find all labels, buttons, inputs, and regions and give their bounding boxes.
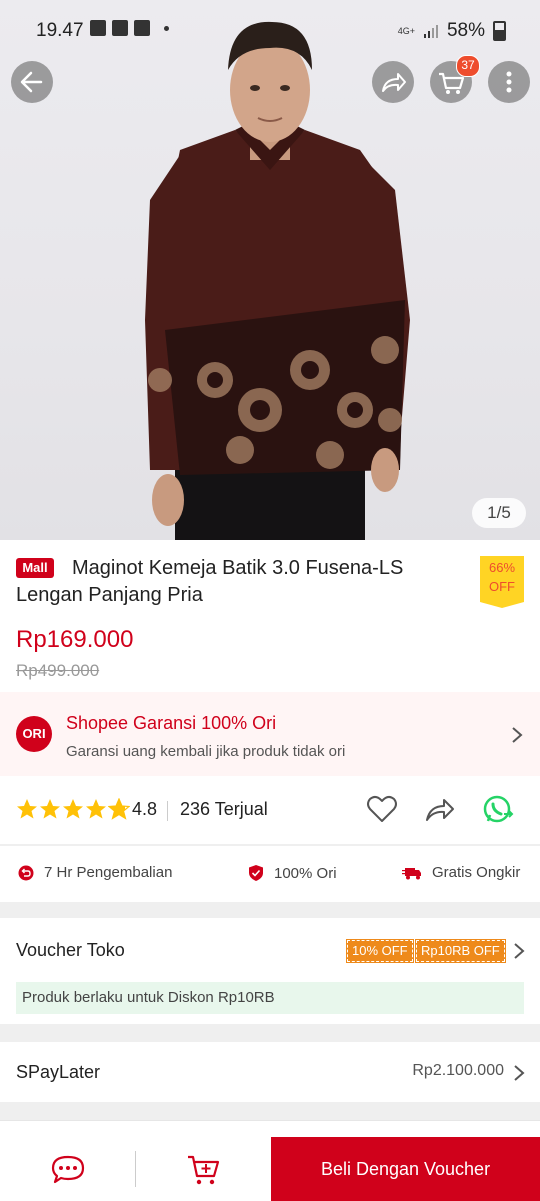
divider [135,1151,136,1187]
status-bar: 19.47 4G+ 58% [0,0,540,60]
voucher-info: Produk berlaku untuk Diskon Rp10RB [16,982,524,1014]
voucher-label: Voucher Toko [16,940,125,960]
share-button[interactable] [372,61,414,103]
shield-check-icon [249,865,263,881]
more-menu-button[interactable] [488,61,530,103]
feature-original: 100% Ori [248,864,337,882]
spaylater-label: SPayLater [16,1062,101,1082]
share-arrow-icon[interactable] [424,796,456,824]
cart-button[interactable]: 37 [430,55,480,103]
product-info: Mall Maginot Kemeja Batik 3.0 Fusena-LS … [0,540,540,692]
spaylater-row[interactable]: SPayLater Rp2.100.000 [0,1042,540,1102]
feature-label: 100% Ori [274,864,337,882]
whatsapp-icon[interactable] [482,794,514,826]
status-time: 19.47 [36,20,84,41]
bottom-action-bar: Beli Dengan Voucher [0,1120,540,1201]
shopee-notif-icon [134,20,150,36]
star-icon [86,799,106,819]
product-title: Maginot Kemeja Batik 3.0 Fusena-LS Lenga… [16,557,404,606]
voucher-tag: 10% OFF [346,939,414,963]
signal-icon [423,25,438,38]
discount-percent: 66% [488,560,516,575]
gallery-icon [90,20,106,36]
guarantee-title: Shopee Garansi 100% Ori [66,713,277,733]
chat-icon[interactable] [50,1154,86,1186]
star-half-icon [108,798,130,820]
voucher-tag: Rp10RB OFF [415,939,506,963]
network-type: 4G+ [397,25,415,36]
sold-count: 236 Terjual [180,799,268,819]
product-price: Rp169.000 [16,626,134,653]
rating-score: 4.8 [132,799,158,819]
spaylater-value: Rp2.100.000 [412,1062,504,1079]
feature-free-shipping: Gratis Ongkir [402,864,520,881]
guarantee-banner[interactable]: ORI Shopee Garansi 100% Ori Garansi uang… [0,692,540,776]
star-icon [63,799,83,819]
star-rating[interactable] [16,798,130,820]
battery-percent: 58% [446,20,485,41]
chevron-right-icon [514,1065,525,1081]
wishlist-heart-icon[interactable] [366,794,398,824]
voucher-section[interactable]: Voucher Toko 10% OFF Rp10RB OFF Produk b… [0,918,540,1024]
discount-badge: 66% OFF [480,556,524,608]
divider [167,801,168,821]
chevron-right-icon [514,943,525,959]
cart-count-badge: 37 [456,55,480,77]
rating-row: 4.8 236 Terjual [0,776,540,844]
buy-with-voucher-button[interactable]: Beli Dengan Voucher [271,1137,540,1201]
image-page-indicator: 1/5 [472,498,526,528]
star-icon [17,799,37,819]
ori-icon: ORI [16,716,52,752]
status-right: 4G+ 58% [398,20,506,42]
notification-icons [90,20,169,36]
back-button[interactable] [11,61,53,103]
add-to-cart-icon[interactable] [186,1153,222,1187]
more-notifications-icon [164,25,169,31]
more-vertical-icon [506,71,512,93]
product-image[interactable]: 19.47 4G+ 58% 37 1/5 [0,0,540,540]
feature-label: 7 Hr Pengembalian [44,864,173,881]
truck-icon [402,867,421,879]
return-icon [18,865,34,880]
battery-icon [493,21,506,41]
feature-return: 7 Hr Pengembalian [18,864,172,881]
chevron-right-icon [512,727,523,743]
service-features: 7 Hr Pengembalian 100% Ori Gratis Ongkir [0,846,540,902]
star-icon [40,799,60,819]
guarantee-subtitle: Garansi uang kembali jika produk tidak o… [66,743,346,760]
discount-off-label: OFF [489,579,515,594]
arrow-left-icon [20,71,43,93]
feature-label: Gratis Ongkir [432,864,521,881]
original-price: Rp499.000 [16,661,100,680]
shopee-notif-icon [112,20,128,36]
share-icon [382,73,406,92]
